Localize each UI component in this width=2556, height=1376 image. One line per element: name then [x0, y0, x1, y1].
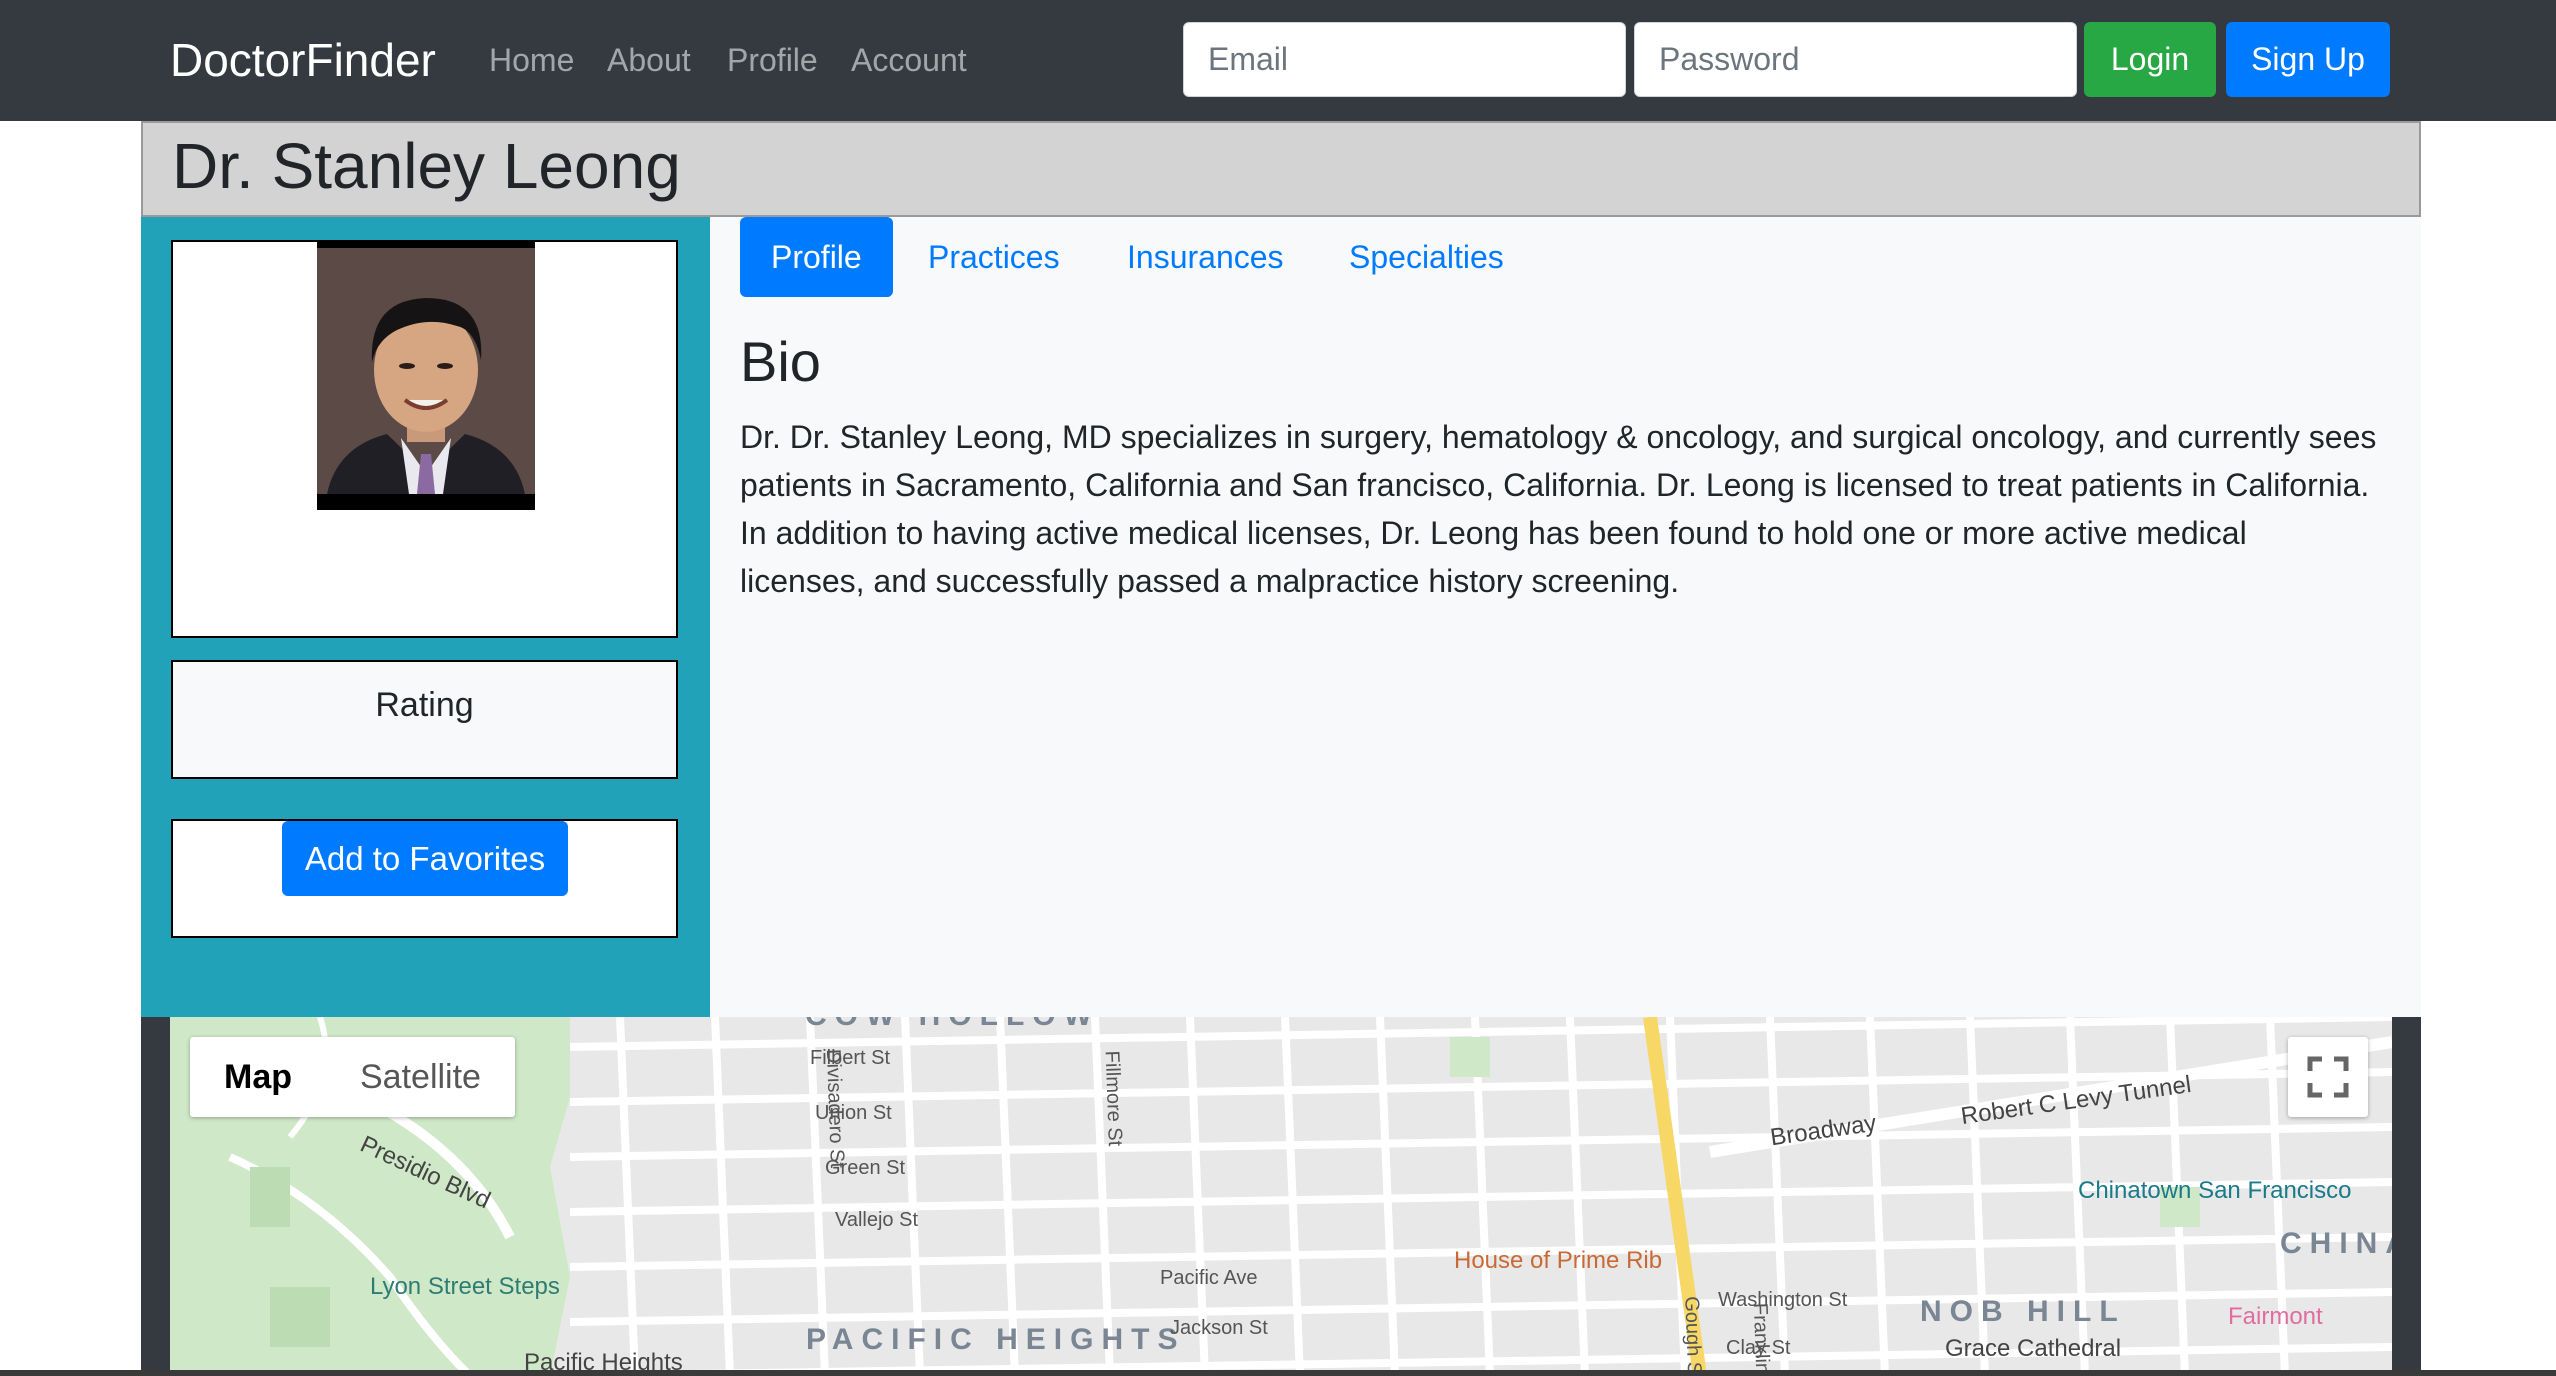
fullscreen-icon — [2307, 1056, 2349, 1098]
map-type-map[interactable]: Map — [190, 1037, 326, 1117]
map-frame-left — [141, 1017, 170, 1376]
fullscreen-button[interactable] — [2288, 1037, 2368, 1117]
tab-practices[interactable]: Practices — [897, 217, 1091, 297]
nav-link-profile[interactable]: Profile — [727, 42, 818, 79]
map-label-washington: Washington St — [1718, 1289, 1848, 1311]
email-field[interactable] — [1183, 22, 1626, 97]
favorites-card: Add to Favorites — [171, 819, 678, 938]
doctor-name: Dr. Stanley Leong — [172, 130, 681, 202]
nav-link-home[interactable]: Home — [489, 42, 574, 79]
map-label-pacific-ave: Pacific Ave — [1160, 1267, 1258, 1289]
password-field[interactable] — [1634, 22, 2077, 97]
map-label-gough: Gough St — [1680, 1295, 1706, 1376]
add-to-favorites-button[interactable]: Add to Favorites — [282, 821, 568, 896]
rating-card: Rating — [171, 660, 678, 779]
signup-button[interactable]: Sign Up — [2226, 22, 2390, 97]
map-label-chinatown: Chinatown San Francisco — [2078, 1177, 2352, 1204]
doctor-sidebar: Rating Add to Favorites — [141, 217, 710, 1017]
map-label-vallejo: Vallejo St — [835, 1209, 919, 1231]
bio-heading: Bio — [740, 330, 821, 393]
map-label-fairmont: Fairmont — [2228, 1303, 2323, 1330]
nav-link-about[interactable]: About — [607, 42, 691, 79]
photo-card — [171, 240, 678, 638]
tab-profile[interactable]: Profile — [740, 217, 893, 297]
map-label-divisadero: Divisadero St — [821, 1048, 849, 1169]
bio-text: Dr. Dr. Stanley Leong, MD specializes in… — [740, 419, 2377, 599]
map-label-pacific-heights: PACIFIC HEIGHTS — [806, 1323, 1186, 1356]
map-label-nob-hill: NOB HILL — [1920, 1295, 2126, 1328]
rating-label: Rating — [375, 686, 474, 724]
map-label-lyon-steps: Lyon Street Steps — [370, 1273, 560, 1300]
map-type-control: Map Satellite — [190, 1037, 515, 1117]
navbar: DoctorFinder Home About Profile Account … — [0, 0, 2556, 121]
map-type-satellite[interactable]: Satellite — [326, 1037, 515, 1117]
doctor-photo — [317, 242, 535, 510]
nav-link-account[interactable]: Account — [851, 42, 967, 79]
map-label-jackson: Jackson St — [1170, 1317, 1268, 1339]
window-bottom-edge — [0, 1370, 2556, 1376]
tab-specialties[interactable]: Specialties — [1318, 217, 1535, 297]
map-label-franklin: Franklin — [1748, 1302, 1774, 1375]
tab-insurances[interactable]: Insurances — [1096, 217, 1315, 297]
doctor-header: Dr. Stanley Leong — [141, 121, 2421, 217]
brand-logo[interactable]: DoctorFinder — [170, 33, 436, 87]
map-label-cow-hollow: COW HOLLOW — [805, 1017, 1100, 1033]
map-label-china: CHINA — [2280, 1227, 2392, 1260]
map-label-fillmore: Fillmore St — [1100, 1050, 1126, 1147]
profile-content: Profile Practices Insurances Specialties… — [710, 217, 2421, 1017]
map-label-house-prime-rib: House of Prime Rib — [1454, 1247, 1663, 1274]
location-map[interactable]: Map Satellite COW HOLLOW PACIFIC HEIGHTS… — [170, 1017, 2392, 1376]
map-label-grace-cathedral: Grace Cathedral — [1945, 1335, 2122, 1362]
login-button[interactable]: Login — [2084, 22, 2216, 97]
map-frame-right — [2392, 1017, 2421, 1376]
